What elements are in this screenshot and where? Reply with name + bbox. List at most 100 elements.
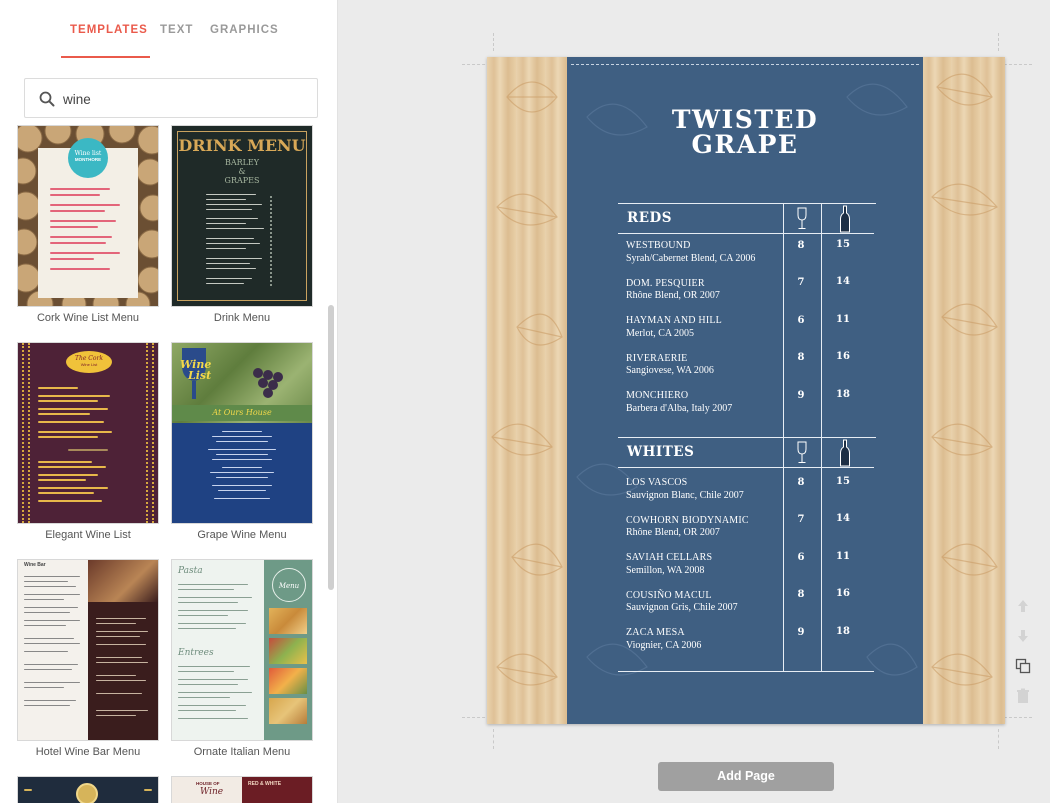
wine-name[interactable]: COUSIÑO MACUL (626, 590, 712, 601)
ornate-thumb-title: Pasta (178, 566, 203, 576)
menu-page[interactable]: TWISTED GRAPE REDS WESTBOUND Syrah/Caber… (487, 57, 1005, 724)
panel-dashed-border (571, 64, 919, 65)
search-icon (39, 91, 55, 107)
wine-description[interactable]: Viognier, CA 2006 (626, 640, 701, 651)
glass-price[interactable]: 6 (793, 315, 809, 326)
elegant-badge: The Cork Wine List (66, 351, 112, 373)
sidebar-tabs: TEMPLATES TEXT GRAPHICS (0, 0, 338, 60)
template-name-ornate-italian: Ornate Italian Menu (193, 746, 291, 758)
glass-price[interactable]: 8 (793, 589, 809, 600)
bottle-price[interactable]: 16 (835, 588, 851, 599)
guide-line-right-top (998, 33, 999, 51)
sidebar-scrollbar[interactable] (328, 305, 334, 590)
wine-name[interactable]: LOS VASCOS (626, 477, 687, 488)
arrow-down-icon[interactable] (1015, 628, 1031, 644)
cork-badge-title: Wine list (74, 150, 102, 157)
tab-text[interactable]: TEXT (160, 24, 193, 36)
bottle-price[interactable]: 11 (835, 314, 851, 325)
guide-line-left-bottom (493, 729, 494, 749)
wine-name[interactable]: ZACA MESA (626, 627, 685, 638)
wine-description[interactable]: Semillon, WA 2008 (626, 565, 704, 576)
whites-top-rule (618, 437, 876, 438)
glass-price[interactable]: 9 (793, 627, 809, 638)
wine-description[interactable]: Sauvignon Blanc, Chile 2007 (626, 490, 744, 501)
wine-name[interactable]: DOM. PESQUIER (626, 278, 705, 289)
ornate-side-label: Menu (272, 568, 306, 602)
wine-bottle-icon (840, 205, 850, 233)
grape-thumb-title: Wine List (180, 358, 212, 382)
wine-name[interactable]: WESTBOUND (626, 240, 691, 251)
tab-templates[interactable]: TEMPLATES (70, 24, 148, 36)
wine-name[interactable]: RIVERAERIE (626, 353, 687, 364)
bottle-price[interactable]: 18 (835, 389, 851, 400)
wine-description[interactable]: Merlot, CA 2005 (626, 328, 694, 339)
menu-content-panel: TWISTED GRAPE REDS WESTBOUND Syrah/Caber… (567, 57, 923, 724)
template-thumb-elegant-wine-list[interactable]: The Cork Wine List (18, 343, 158, 523)
wine-name[interactable]: SAVIAH CELLARS (626, 552, 712, 563)
elegant-left-ornament (22, 343, 30, 523)
template-thumb-partial-1[interactable] (18, 777, 158, 803)
wine-name[interactable]: COWHORN BIODYNAMIC (626, 515, 749, 526)
template-thumb-hotel-wine-bar[interactable]: Wine Bar (18, 560, 158, 740)
menu-bottom-rule (618, 671, 874, 672)
glass-price[interactable]: 8 (793, 240, 809, 251)
add-page-button[interactable]: Add Page (658, 762, 834, 791)
trash-icon[interactable] (1015, 688, 1031, 704)
wine-description[interactable]: Barbera d'Alba, Italy 2007 (626, 403, 732, 414)
cork-badge-subtitle: MONTHORE (74, 157, 102, 162)
wine-description[interactable]: Sangiovese, WA 2006 (626, 365, 714, 376)
wine-description[interactable]: Syrah/Cabernet Blend, CA 2006 (626, 253, 755, 264)
bottle-price[interactable]: 14 (835, 276, 851, 287)
hotel-thumb-title: Wine Bar (24, 562, 46, 568)
glass-price[interactable]: 9 (793, 390, 809, 401)
elegant-right-ornament (146, 343, 154, 523)
hotel-photo (88, 560, 158, 602)
cork-badge: Wine list MONTHORE (68, 138, 108, 178)
wine-description[interactable]: Rhône Blend, OR 2007 (626, 290, 720, 301)
template-thumb-grape-wine-menu[interactable]: Wine List At Ours House (172, 343, 312, 523)
arrow-up-icon[interactable] (1015, 598, 1031, 614)
template-name-grape-wine-menu: Grape Wine Menu (197, 529, 287, 541)
bottle-price[interactable]: 18 (835, 626, 851, 637)
cork-paper: Wine list MONTHORE (38, 138, 138, 298)
bottle-price[interactable]: 15 (835, 476, 851, 487)
template-name-drink-menu: Drink Menu (213, 312, 271, 324)
glass-price[interactable]: 8 (793, 477, 809, 488)
reds-header-rule (618, 233, 874, 234)
wine-name[interactable]: HAYMAN AND HILL (626, 315, 722, 326)
active-tab-indicator (61, 56, 150, 58)
wine-description[interactable]: Sauvignon Gris, Chile 2007 (626, 602, 738, 613)
wine-glass-icon (797, 441, 807, 463)
tab-graphics[interactable]: GRAPHICS (210, 24, 279, 36)
glass-price[interactable]: 6 (793, 552, 809, 563)
glass-price[interactable]: 7 (793, 514, 809, 525)
template-thumb-cork-wine-list[interactable]: Wine list MONTHORE (18, 126, 158, 306)
menu-title-line-2[interactable]: GRAPE (567, 130, 923, 159)
section-title-whites[interactable]: WHITES (627, 444, 694, 460)
ornate-thumb-subtitle: Entrees (178, 648, 214, 658)
drink-border (177, 131, 307, 301)
template-name-cork-wine-list: Cork Wine List Menu (36, 312, 140, 324)
template-sidebar: TEMPLATES TEXT GRAPHICS Wine list MONTHO… (0, 0, 338, 803)
bottle-price[interactable]: 14 (835, 513, 851, 524)
bottle-price[interactable]: 16 (835, 351, 851, 362)
section-title-reds[interactable]: REDS (627, 210, 672, 226)
drink-thumb-subtitle: BARLEY & GRAPES (224, 158, 260, 185)
wine-description[interactable]: Rhône Blend, OR 2007 (626, 527, 720, 538)
template-name-hotel-wine-bar: Hotel Wine Bar Menu (35, 746, 141, 758)
search-input[interactable] (63, 88, 303, 110)
guide-line-left-top (493, 33, 494, 51)
whites-header-rule (618, 467, 874, 468)
duplicate-icon[interactable] (1015, 658, 1031, 674)
bottle-price[interactable]: 15 (835, 239, 851, 250)
template-name-elegant-wine-list: Elegant Wine List (45, 529, 131, 541)
grape-thumb-subtitle: At Ours House (172, 405, 312, 421)
template-thumb-ornate-italian[interactable]: Menu Pasta Entrees (172, 560, 312, 740)
template-thumb-partial-2[interactable]: HOUSE OF Wine RED & WHITE (172, 777, 312, 803)
bottle-price[interactable]: 11 (835, 551, 851, 562)
glass-price[interactable]: 7 (793, 277, 809, 288)
reds-top-rule (618, 203, 876, 204)
template-thumb-drink-menu[interactable]: DRINK MENU BARLEY & GRAPES (172, 126, 312, 306)
glass-price[interactable]: 8 (793, 352, 809, 363)
wine-name[interactable]: MONCHIERO (626, 390, 688, 401)
